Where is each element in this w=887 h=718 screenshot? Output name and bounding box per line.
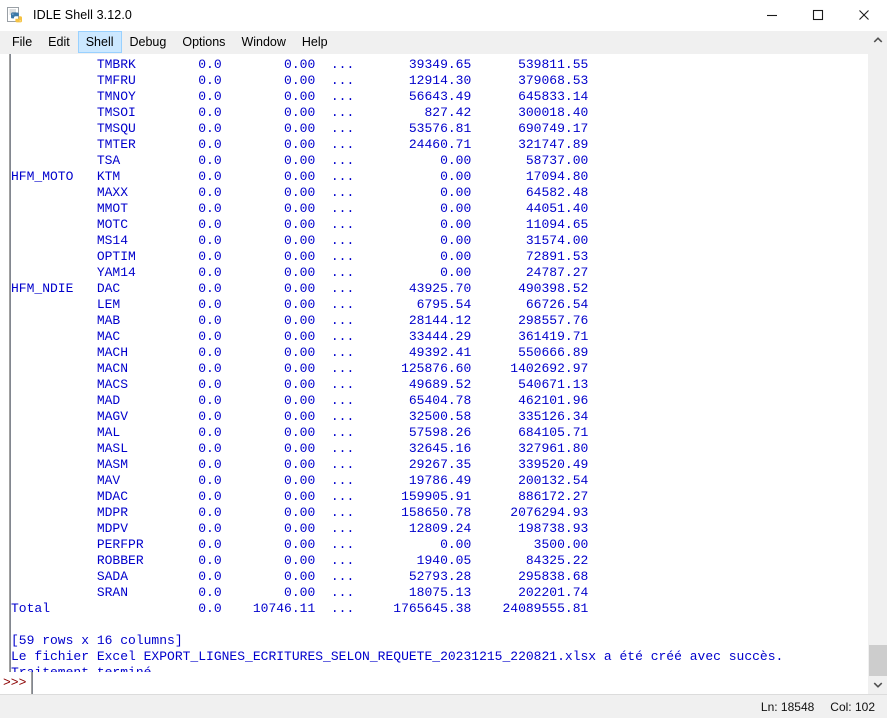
- chevron-down-icon: [873, 682, 883, 688]
- menu-label-help: Help: [301, 35, 328, 49]
- menu-label-window: Window: [241, 35, 286, 49]
- menu-label-debug: Debug: [129, 35, 167, 49]
- status-line-number: Ln: 18548: [760, 699, 815, 714]
- shell-output-line: Le fichier Excel EXPORT_LIGNES_ECRITURES…: [11, 649, 784, 664]
- shell-text-surface[interactable]: TMBRK 0.0 0.00 ... 39349.65 539811.55 TM…: [10, 54, 887, 672]
- output-gutter: [0, 54, 10, 672]
- prompt-input-line[interactable]: [32, 672, 887, 694]
- shell-output-line: TSA 0.0 0.00 ... 0.00 58737.00: [11, 153, 589, 168]
- shell-output-line: MDAC 0.0 0.00 ... 159905.91 886172.27: [11, 489, 589, 504]
- minimize-icon: [767, 14, 777, 17]
- python-idle-icon: [7, 6, 25, 24]
- shell-output-line: Traitement terminé.: [11, 665, 887, 672]
- shell-output-line: YAM14 0.0 0.00 ... 0.00 24787.27: [11, 265, 589, 280]
- maximize-button[interactable]: [795, 0, 841, 30]
- shell-output-line: MS14 0.0 0.00 ... 0.00 31574.00: [11, 233, 589, 248]
- shell-output-line: TMBRK 0.0 0.00 ... 39349.65 539811.55: [11, 57, 589, 72]
- prompt-gutter: >>>: [0, 672, 32, 694]
- menu-item-window[interactable]: Window: [233, 31, 293, 53]
- shell-output-line: MASL 0.0 0.00 ... 32645.16 327961.80: [11, 441, 589, 456]
- window-controls: [749, 0, 887, 30]
- shell-output-line: MAD 0.0 0.00 ... 65404.78 462101.96: [11, 393, 589, 408]
- shell-output-line: MAV 0.0 0.00 ... 19786.49 200132.54: [11, 473, 589, 488]
- shell-output-line: [11, 617, 887, 633]
- shell-output-line: TMTER 0.0 0.00 ... 24460.71 321747.89: [11, 137, 589, 152]
- shell-output-line: MAGV 0.0 0.00 ... 32500.58 335126.34: [11, 409, 589, 424]
- menu-item-shell[interactable]: Shell: [77, 31, 122, 53]
- menu-item-help[interactable]: Help: [294, 31, 336, 53]
- shell-output-line: MAL 0.0 0.00 ... 57598.26 684105.71: [11, 425, 589, 440]
- shell-output-line: MOTC 0.0 0.00 ... 0.00 11094.65: [11, 217, 589, 232]
- idle-shell-window: IDLE Shell 3.12.0 File Edit Shell Debug …: [0, 0, 887, 718]
- shell-output-line: HFM_MOTO KTM 0.0 0.00 ... 0.00 17094.80: [11, 169, 589, 184]
- shell-output-line: MACS 0.0 0.00 ... 49689.52 540671.13: [11, 377, 589, 392]
- shell-output-area[interactable]: TMBRK 0.0 0.00 ... 39349.65 539811.55 TM…: [0, 54, 887, 672]
- scroll-down-button[interactable]: [869, 676, 887, 694]
- shell-output-line: MAXX 0.0 0.00 ... 0.00 64582.48: [11, 185, 589, 200]
- scroll-track[interactable]: [869, 49, 887, 676]
- window-title: IDLE Shell 3.12.0: [33, 8, 132, 22]
- shell-output-line: LEM 0.0 0.00 ... 6795.54 66726.54: [11, 297, 589, 312]
- menu-item-options[interactable]: Options: [174, 31, 233, 53]
- menu-item-edit[interactable]: Edit: [40, 31, 78, 53]
- shell-output-line: MACH 0.0 0.00 ... 49392.41 550666.89: [11, 345, 589, 360]
- shell-output-line: MAB 0.0 0.00 ... 28144.12 298557.76: [11, 313, 589, 328]
- status-column-number: Col: 102: [830, 699, 875, 714]
- shell-output-line: MACN 0.0 0.00 ... 125876.60 1402692.97: [11, 361, 589, 376]
- shell-output-line: [59 rows x 16 columns]: [11, 633, 183, 648]
- menu-label-file: File: [12, 35, 33, 49]
- shell-output-line: TMSOI 0.0 0.00 ... 827.42 300018.40: [11, 105, 589, 120]
- close-button[interactable]: [841, 0, 887, 30]
- menu-label-options: Options: [182, 35, 226, 49]
- menu-label-edit: Edit: [48, 35, 70, 49]
- shell-output-line: MAC 0.0 0.00 ... 33444.29 361419.71: [11, 329, 589, 344]
- minimize-button[interactable]: [749, 0, 795, 30]
- shell-output-line: Total 0.0 10746.11 ... 1765645.38 240895…: [11, 601, 589, 616]
- shell-output-line: SADA 0.0 0.00 ... 52793.28 295838.68: [11, 569, 589, 584]
- shell-output-line: MMOT 0.0 0.00 ... 0.00 44051.40: [11, 201, 589, 216]
- maximize-icon: [812, 9, 824, 21]
- scroll-thumb[interactable]: [869, 644, 887, 676]
- close-icon: [859, 10, 869, 20]
- menu-bar: File Edit Shell Debug Options Window Hel…: [0, 31, 887, 54]
- shell-output-line: HFM_NDIE DAC 0.0 0.00 ... 43925.70 49039…: [11, 281, 589, 296]
- shell-output-line: MASM 0.0 0.00 ... 29267.35 339520.49: [11, 457, 589, 472]
- shell-output-line: MDPV 0.0 0.00 ... 12809.24 198738.93: [11, 521, 589, 536]
- shell-output-lines: TMBRK 0.0 0.00 ... 39349.65 539811.55 TM…: [11, 54, 887, 672]
- status-bar: Ln: 18548 Col: 102: [0, 694, 887, 718]
- shell-output-line: MDPR 0.0 0.00 ... 158650.78 2076294.93: [11, 505, 589, 520]
- menu-label-shell: Shell: [85, 35, 114, 49]
- shell-output-line: TMNOY 0.0 0.00 ... 56643.49 645833.14: [11, 89, 589, 104]
- shell-output-line: PERFPR 0.0 0.00 ... 0.00 3500.00: [11, 537, 589, 552]
- chevron-up-icon: [873, 37, 883, 43]
- vertical-scrollbar[interactable]: [868, 31, 887, 694]
- shell-output-line: OPTIM 0.0 0.00 ... 0.00 72891.53: [11, 249, 589, 264]
- title-bar: IDLE Shell 3.12.0: [0, 0, 887, 31]
- shell-output-line: TMFRU 0.0 0.00 ... 12914.30 379068.53: [11, 73, 589, 88]
- shell-prompt-row[interactable]: >>>: [0, 672, 887, 694]
- prompt-symbol: >>>: [3, 675, 27, 690]
- shell-output-line: TMSQU 0.0 0.00 ... 53576.81 690749.17: [11, 121, 589, 136]
- shell-output-line: SRAN 0.0 0.00 ... 18075.13 202201.74: [11, 585, 589, 600]
- menu-item-file[interactable]: File: [4, 31, 40, 53]
- scroll-up-button[interactable]: [869, 31, 887, 49]
- shell-output-line: ROBBER 0.0 0.00 ... 1940.05 84325.22: [11, 553, 589, 568]
- menu-item-debug[interactable]: Debug: [122, 31, 175, 53]
